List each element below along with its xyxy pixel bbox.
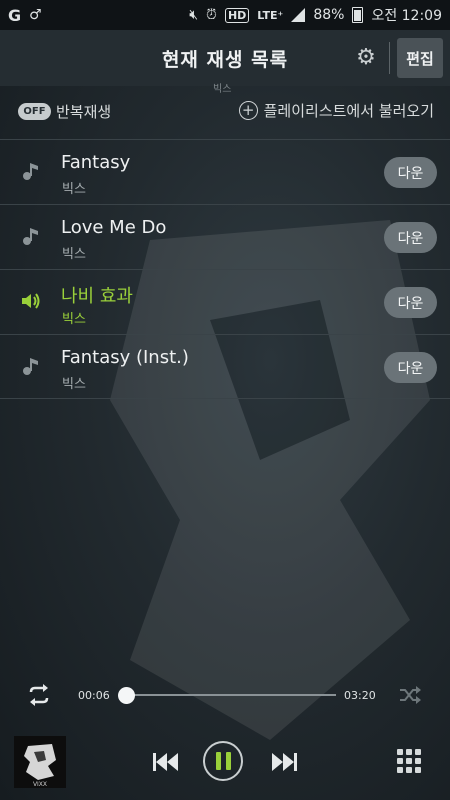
- clock: 오전 12:09: [371, 8, 442, 24]
- song-title: Love Me Do: [61, 217, 167, 238]
- edit-button[interactable]: 편집: [397, 38, 443, 78]
- music-note-icon: [23, 163, 38, 180]
- song-artist: 빅스: [62, 247, 86, 262]
- notification-g-icon: G: [8, 5, 22, 25]
- song-title: 나비 효과: [61, 286, 133, 307]
- song-artist: 빅스: [62, 312, 86, 327]
- load-playlist-label: 플레이리스트에서 불러오기: [263, 102, 434, 120]
- music-note-icon: [23, 358, 38, 375]
- shuffle-icon[interactable]: [398, 684, 422, 706]
- download-button[interactable]: 다운: [384, 352, 437, 383]
- download-button[interactable]: 다운: [384, 222, 437, 253]
- previous-track-icon[interactable]: [151, 751, 181, 773]
- song-title: Fantasy (Inst.): [61, 347, 189, 368]
- music-note-icon: [23, 228, 38, 245]
- total-time: 03:20: [344, 689, 376, 702]
- player-controls: VIXX: [0, 733, 450, 793]
- song-artist: 빅스: [62, 182, 86, 197]
- plus-circle-icon: +: [238, 101, 258, 120]
- seek-track[interactable]: [120, 694, 336, 696]
- title-bar: 현재 재생 목록 ⚙ 편집: [0, 30, 450, 86]
- pause-button[interactable]: [203, 741, 243, 781]
- list-item[interactable]: Fantasy 빅스 다운: [0, 139, 450, 204]
- gear-icon[interactable]: ⚙: [354, 46, 378, 70]
- pause-bar-right: [225, 752, 231, 770]
- status-bar: G ♂ 🔇︎ ⏰︎ HD LTE⁺ 88% 오전 12:09: [0, 0, 450, 30]
- notification-mars-icon: ♂: [29, 7, 42, 23]
- song-title: Fantasy: [61, 152, 131, 173]
- header-divider: [389, 42, 390, 74]
- playlist: Fantasy 빅스 다운 Love Me Do 빅스 다운 나비 효과 빅스 …: [0, 139, 450, 399]
- load-playlist-button[interactable]: + 플레이리스트에서 불러오기: [238, 100, 434, 121]
- repeat-toggle[interactable]: OFF: [18, 103, 51, 120]
- playlist-toolbar: OFF 반복재생 + 플레이리스트에서 불러오기: [0, 92, 450, 132]
- battery-percent: 88%: [313, 7, 345, 23]
- page-title: 현재 재생 목록: [161, 48, 289, 71]
- hd-voice-icon: HD: [224, 7, 250, 23]
- svg-text:VIXX: VIXX: [33, 781, 47, 788]
- grid-menu-icon[interactable]: [397, 749, 421, 773]
- next-track-icon[interactable]: [269, 751, 299, 773]
- repeat-label[interactable]: 반복재생: [56, 101, 111, 122]
- list-item[interactable]: Love Me Do 빅스 다운: [0, 204, 450, 269]
- download-button[interactable]: 다운: [384, 287, 437, 318]
- seek-bar-row: 00:06 03:20: [0, 680, 450, 710]
- song-artist: 빅스: [62, 377, 86, 392]
- lte-indicator: LTE⁺: [257, 8, 284, 22]
- album-cover-icon: VIXX: [24, 744, 56, 788]
- seek-thumb[interactable]: [117, 687, 135, 704]
- album-art-thumbnail[interactable]: VIXX: [14, 736, 66, 788]
- signal-icon: [291, 8, 306, 22]
- alarm-icon: ⏰︎: [206, 7, 217, 23]
- speaker-playing-icon: [22, 293, 40, 309]
- list-item[interactable]: Fantasy (Inst.) 빅스 다운: [0, 334, 450, 399]
- battery-icon: [352, 7, 364, 23]
- elapsed-time: 00:06: [78, 689, 110, 702]
- mute-icon: 🔇︎: [189, 7, 199, 23]
- repeat-icon[interactable]: [25, 683, 53, 707]
- list-item-now-playing[interactable]: 나비 효과 빅스 다운: [0, 269, 450, 334]
- download-button[interactable]: 다운: [384, 157, 437, 188]
- pause-bar-left: [215, 752, 221, 770]
